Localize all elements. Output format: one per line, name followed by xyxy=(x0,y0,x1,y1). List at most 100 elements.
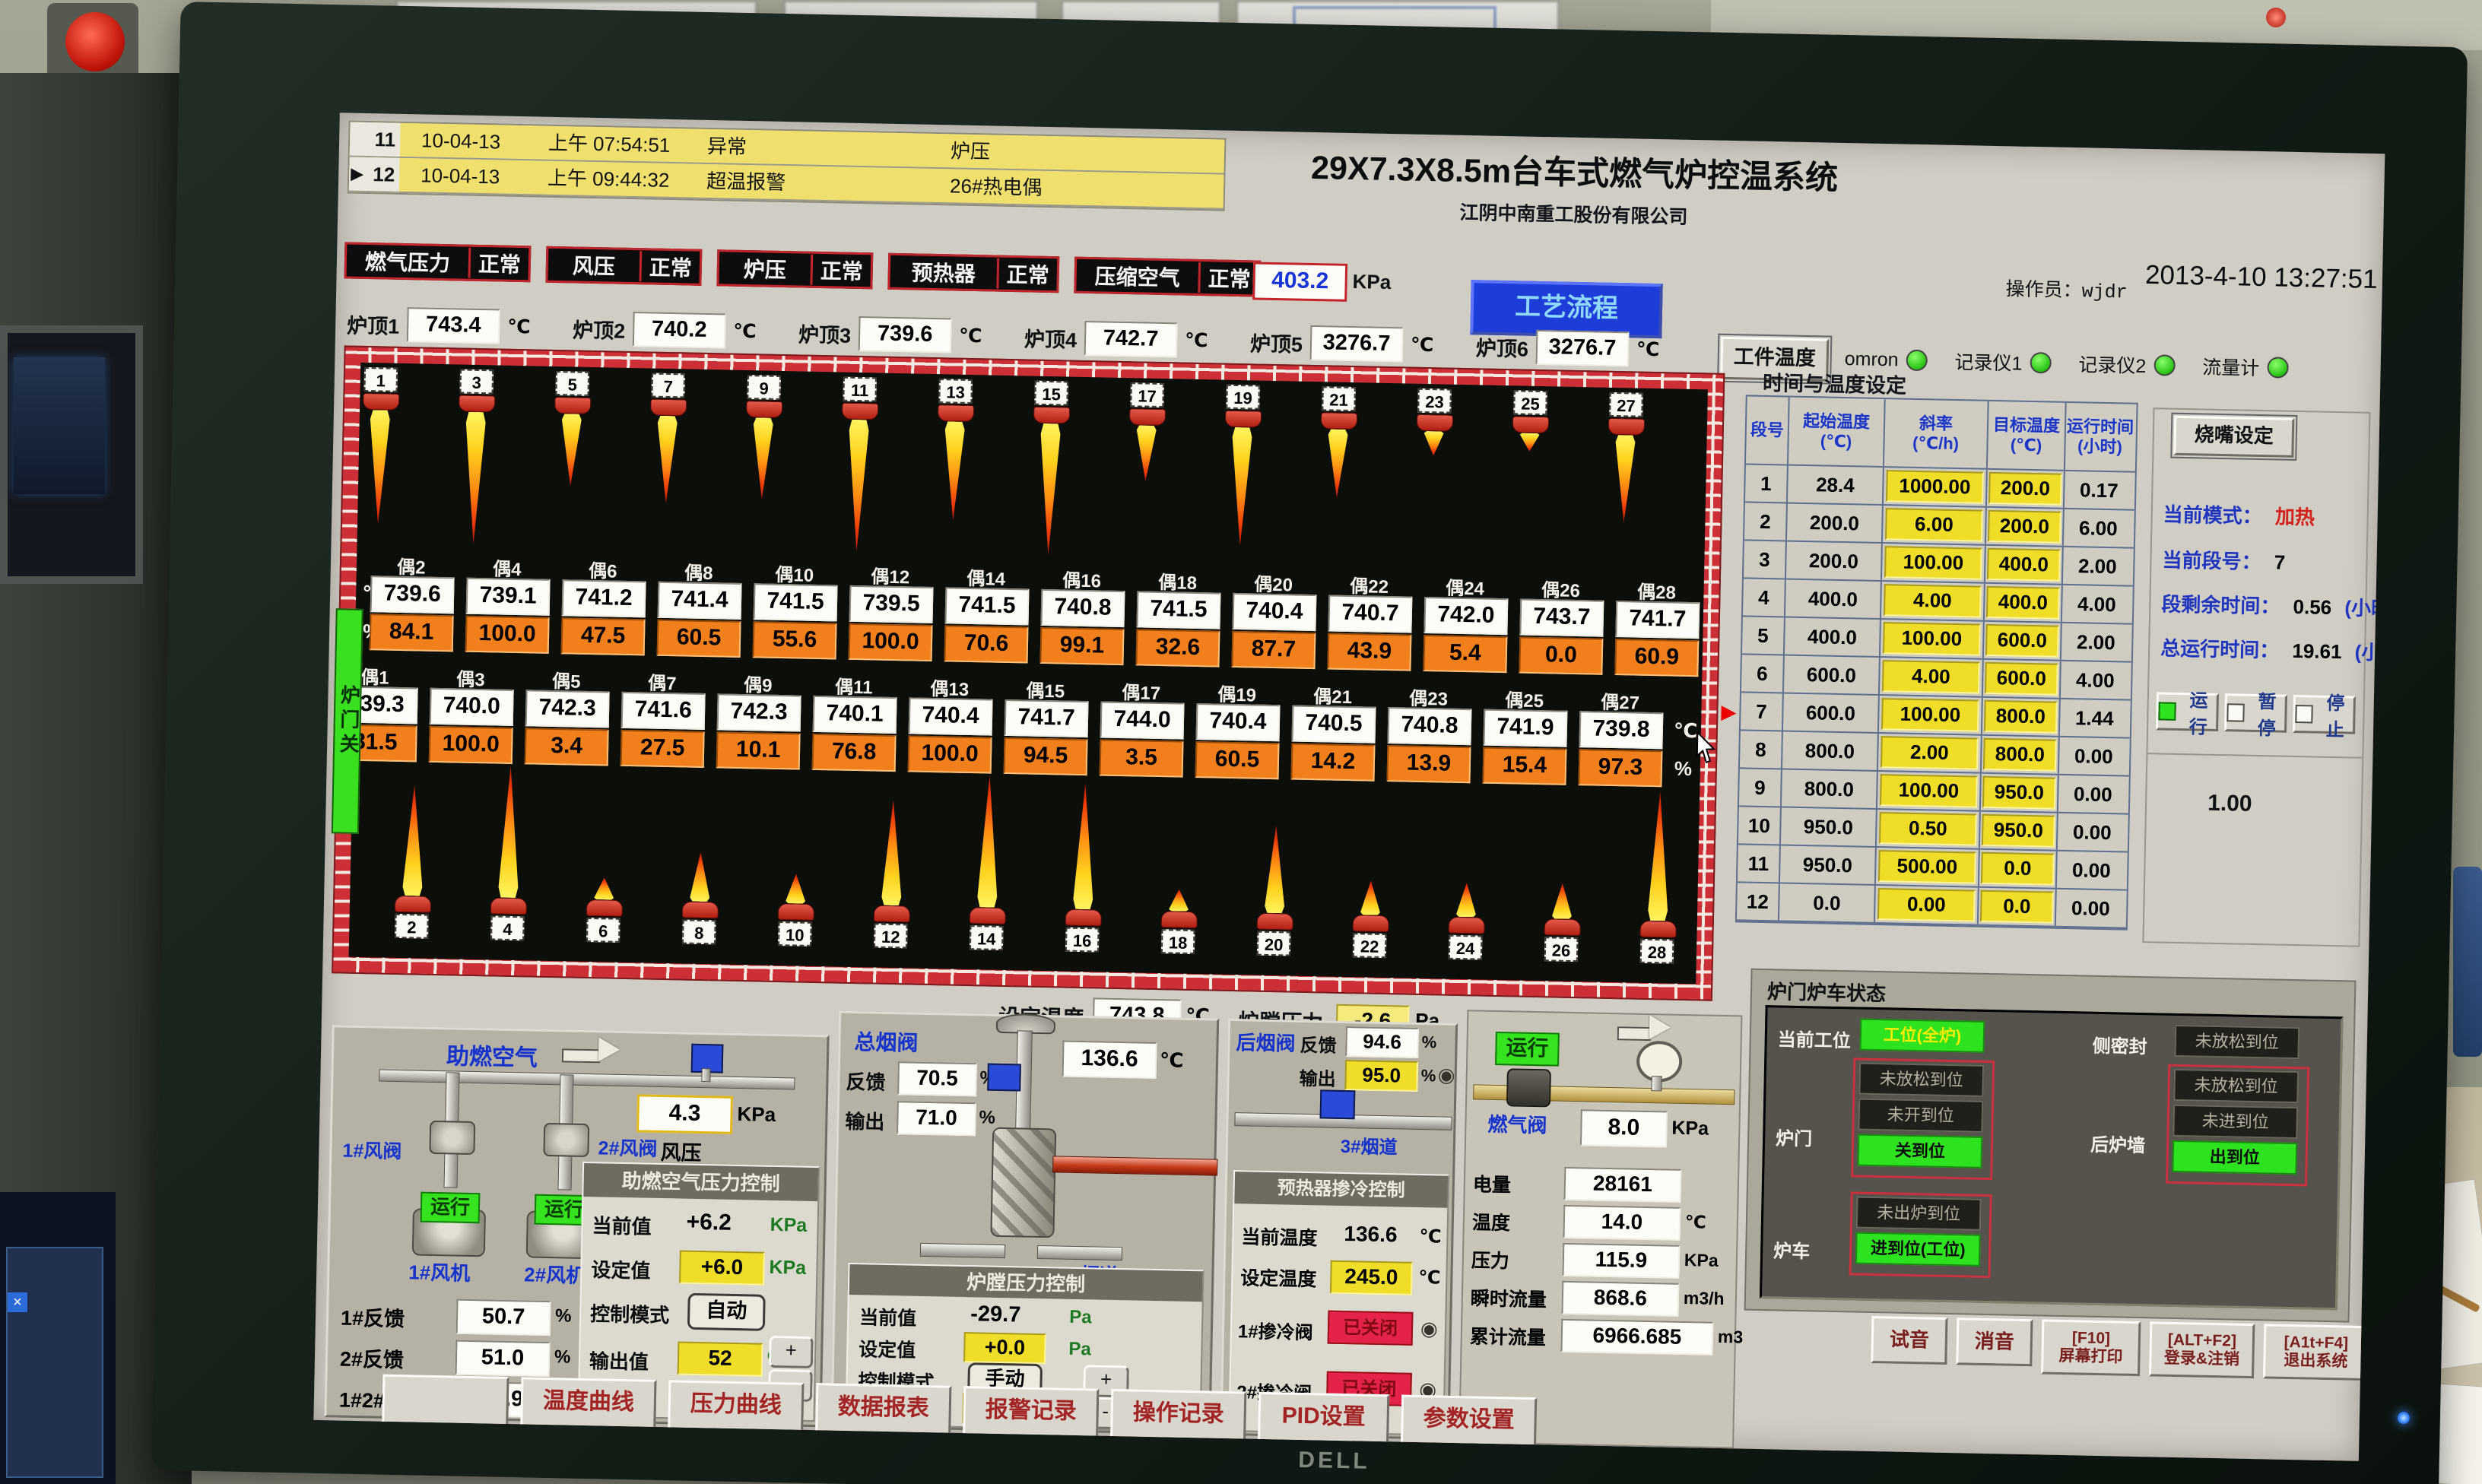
bottom-burner-number[interactable]: 8 xyxy=(682,919,716,944)
bottom-tab[interactable]: 数据报表 xyxy=(815,1383,951,1438)
schedule-setpoint-field[interactable]: 0.50 xyxy=(1879,812,1976,846)
ch-set-field[interactable]: +0.0 xyxy=(963,1332,1046,1364)
air-mode-button[interactable]: 自动 xyxy=(687,1293,766,1331)
top-burner-number[interactable]: 13 xyxy=(938,379,973,404)
system-button[interactable]: 消音 xyxy=(1956,1318,2033,1366)
bottom-burner-number[interactable]: 12 xyxy=(874,924,908,949)
bottom-burner-number[interactable]: 28 xyxy=(1640,939,1674,964)
top-burner-number[interactable]: 27 xyxy=(1609,392,1643,417)
door-state-box[interactable]: 进到位(工位) xyxy=(1855,1232,1981,1267)
top-burner-number[interactable]: 21 xyxy=(1322,386,1356,411)
tc-even-temp: 740.8 xyxy=(1041,589,1125,627)
schedule-setpoint-field[interactable]: 0.00 xyxy=(1877,888,1975,922)
emergency-button[interactable] xyxy=(65,12,125,71)
air-out-field[interactable]: 52 xyxy=(678,1341,763,1376)
corner-close-icon[interactable]: × xyxy=(8,1292,27,1312)
top-burner-number[interactable]: 15 xyxy=(1034,381,1068,406)
bottom-burner-number[interactable]: 20 xyxy=(1257,931,1291,956)
schedule-setpoint-field[interactable]: 800.0 xyxy=(1983,738,2057,772)
gas-valve-icon[interactable] xyxy=(1506,1068,1551,1107)
top-burner-number[interactable]: 19 xyxy=(1226,385,1260,410)
top-burner-number[interactable]: 7 xyxy=(651,373,685,398)
schedule-setpoint-field[interactable]: 100.00 xyxy=(1880,774,1977,808)
bottom-tab[interactable]: 压力曲线 xyxy=(668,1380,804,1435)
rear-eye-icon[interactable]: ◉ xyxy=(1437,1063,1455,1086)
schedule-setpoint-field[interactable]: 4.00 xyxy=(1884,584,1981,618)
schedule-setpoint-field[interactable]: 950.0 xyxy=(1982,814,2055,848)
top-burner-number[interactable]: 1 xyxy=(364,367,398,392)
valve1-body[interactable] xyxy=(429,1121,475,1155)
top-burner-number[interactable]: 9 xyxy=(747,375,781,400)
door-state-box[interactable]: 未开到位 xyxy=(1858,1099,1983,1133)
top-burner-number[interactable]: 23 xyxy=(1417,388,1452,414)
bottom-tab[interactable]: PID设置 xyxy=(1258,1392,1389,1446)
schedule-setpoint-field[interactable]: 200.0 xyxy=(1988,510,2061,544)
top-burner-number[interactable]: 11 xyxy=(843,377,877,402)
top-burner-number[interactable]: 3 xyxy=(459,369,494,394)
bottom-burner-number[interactable]: 16 xyxy=(1065,928,1100,953)
bottom-burner-number[interactable]: 22 xyxy=(1353,933,1387,958)
top-burner-number[interactable]: 17 xyxy=(1130,382,1164,407)
bottom-burner-number[interactable]: 10 xyxy=(778,921,812,947)
schedule-setpoint-field[interactable]: 100.00 xyxy=(1881,698,1979,732)
door-state-box[interactable]: 未放松到位 xyxy=(2173,1069,2299,1103)
bottom-burner-number[interactable]: 6 xyxy=(586,918,620,943)
preheat-value[interactable]: 245.0 xyxy=(1330,1260,1413,1295)
schedule-setpoint-field[interactable]: 0.0 xyxy=(1981,852,2055,886)
rear-valve-icon[interactable] xyxy=(1320,1089,1356,1119)
schedule-setpoint-field[interactable]: 0.0 xyxy=(1980,890,2054,924)
schedule-cell: 950.0 xyxy=(1980,812,2058,850)
tc-odd-temp: 740.4 xyxy=(909,697,993,735)
schedule-setpoint-field[interactable]: 1000.00 xyxy=(1886,470,1983,504)
top-burner-number[interactable]: 25 xyxy=(1513,390,1547,415)
system-button[interactable]: [A1t+F4]退出系统 xyxy=(2263,1324,2369,1381)
schedule-setpoint-field[interactable]: 950.0 xyxy=(1982,776,2056,810)
schedule-setpoint-field[interactable]: 600.0 xyxy=(1985,624,2059,658)
schedule-setpoint-field[interactable]: 400.0 xyxy=(1987,548,2061,582)
bottom-burner-number[interactable]: 4 xyxy=(490,915,525,940)
bottom-burner-number[interactable]: 26 xyxy=(1544,937,1579,962)
system-button[interactable]: [F10]屏幕打印 xyxy=(2041,1319,2141,1376)
bottom-tab[interactable]: 参数设置 xyxy=(1401,1395,1537,1450)
air-set-field[interactable]: +6.0 xyxy=(679,1251,765,1286)
run-state-button[interactable]: 暂停 xyxy=(2224,693,2287,733)
bottom-tab[interactable] xyxy=(382,1375,509,1429)
valve2-body[interactable] xyxy=(543,1123,589,1157)
bottom-tab[interactable]: 报警记录 xyxy=(963,1386,1099,1441)
schedule-setpoint-field[interactable]: 500.00 xyxy=(1878,850,1976,884)
bottom-burner-number[interactable]: 2 xyxy=(395,914,429,939)
preheat-eye-icon[interactable]: ◉ xyxy=(1420,1317,1438,1340)
system-button[interactable]: 试音 xyxy=(1871,1316,1947,1365)
schedule-setpoint-field[interactable]: 100.00 xyxy=(1883,622,1980,656)
door-state-box[interactable]: 未放松到位 xyxy=(2174,1025,2300,1059)
air-cur-label: 当前值 xyxy=(592,1210,652,1240)
schedule-setpoint-field[interactable]: 6.00 xyxy=(1885,508,1982,542)
door-state-box[interactable]: 出到位 xyxy=(2172,1140,2297,1175)
rear-fb-value: 94.6 xyxy=(1345,1026,1419,1058)
preheat-valve-state[interactable]: 已关闭 xyxy=(1328,1311,1414,1346)
system-button[interactable]: [ALT+F2]登录&注销 xyxy=(2149,1321,2255,1378)
bottom-tab[interactable]: 操作记录 xyxy=(1110,1389,1246,1444)
schedule-setpoint-field[interactable]: 100.00 xyxy=(1884,546,1982,580)
bottom-burner-number[interactable]: 24 xyxy=(1449,935,1483,960)
door-state-box[interactable]: 工位(全炉) xyxy=(1860,1019,1985,1053)
bottom-tab[interactable]: 温度曲线 xyxy=(520,1377,656,1432)
schedule-setpoint-field[interactable]: 2.00 xyxy=(1881,736,1978,770)
door-state-box[interactable]: 未进到位 xyxy=(2173,1105,2298,1139)
bottom-burner-number[interactable]: 18 xyxy=(1161,929,1195,954)
schedule-setpoint-field[interactable]: 200.0 xyxy=(1988,472,2062,506)
top-burner-number[interactable]: 5 xyxy=(555,371,589,396)
door-state-box[interactable]: 未出炉到位 xyxy=(1856,1197,1982,1231)
schedule-setpoint-field[interactable]: 600.0 xyxy=(1985,662,2058,696)
schedule-setpoint-field[interactable]: 400.0 xyxy=(1986,586,2060,620)
bottom-burner-number[interactable]: 14 xyxy=(970,925,1004,950)
flue-valve-actuator[interactable] xyxy=(987,1064,1021,1092)
run-state-button[interactable]: 运行 xyxy=(2156,692,2219,731)
schedule-setpoint-field[interactable]: 4.00 xyxy=(1882,660,1979,694)
run-state-button[interactable]: 停止 xyxy=(2293,695,2356,734)
schedule-setpoint-field[interactable]: 800.0 xyxy=(1984,700,2058,734)
tc-even-output: 100.0 xyxy=(849,623,933,661)
air-plus-button[interactable]: + xyxy=(769,1336,814,1368)
door-state-box[interactable]: 关到位 xyxy=(1857,1134,1982,1168)
door-state-box[interactable]: 未放松到位 xyxy=(1858,1063,1984,1097)
